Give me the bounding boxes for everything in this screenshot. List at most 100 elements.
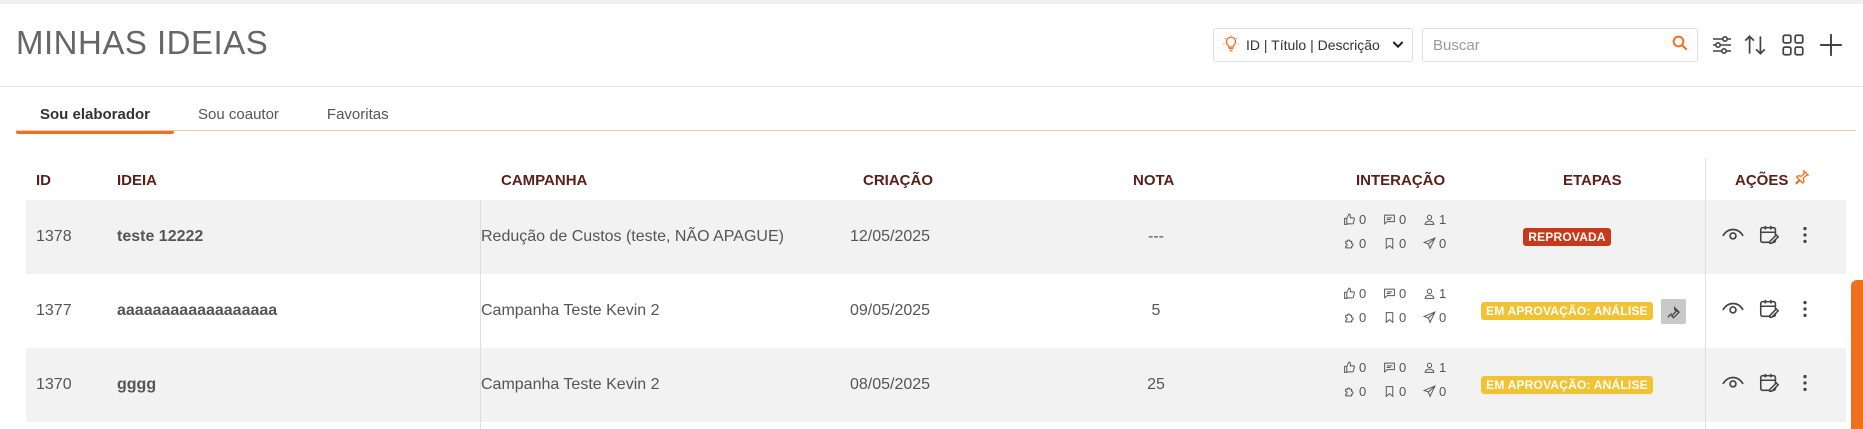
likes-stat: 0: [1343, 212, 1383, 227]
table-row[interactable]: 1370 gggg Campanha Teste Kevin 2 08/05/2…: [26, 348, 1846, 422]
likes-count: 0: [1359, 212, 1367, 227]
user-icon: [1423, 287, 1436, 300]
coauthors-stat: 1: [1423, 360, 1453, 375]
send-icon: [1423, 237, 1436, 250]
top-strip: [0, 0, 1863, 4]
header-id[interactable]: ID: [36, 162, 51, 200]
edit-calendar-icon[interactable]: [1758, 298, 1780, 325]
bookmarks-stat: 0: [1383, 310, 1423, 325]
add-icon[interactable]: [1816, 30, 1846, 60]
edit-calendar-icon[interactable]: [1758, 372, 1780, 399]
more-options-icon[interactable]: [1794, 298, 1816, 325]
shares-stat: 0: [1423, 384, 1453, 399]
send-icon: [1423, 385, 1436, 398]
table-row[interactable]: 1377 aaaaaaaaaaaaaaaaaa Campanha Teste K…: [26, 274, 1846, 348]
bookmark-icon: [1383, 385, 1396, 398]
comments-stat: 0: [1383, 360, 1423, 375]
header-divider: [0, 86, 1863, 87]
search-input[interactable]: [1433, 36, 1671, 54]
header-acoes[interactable]: AÇÕES: [1735, 162, 1810, 200]
pin-icon[interactable]: [1794, 162, 1810, 200]
cell-campanha: Redução de Custos (teste, NÃO APAGUE): [481, 228, 784, 245]
side-feedback-tab[interactable]: [1851, 280, 1863, 429]
tabs-divider: [16, 130, 1856, 131]
header-nota[interactable]: NOTA: [1133, 162, 1174, 200]
bookmark-icon: [1383, 311, 1396, 324]
cell-nota: 5: [1151, 302, 1161, 319]
filter-sliders-icon[interactable]: [1707, 30, 1737, 60]
status-badge: EM APROVAÇÃO: ANÁLISE: [1481, 302, 1653, 320]
header-campanha[interactable]: CAMPANHA: [501, 162, 587, 200]
cell-nota: ---: [1148, 228, 1164, 245]
sort-icon[interactable]: [1740, 30, 1770, 60]
comments-count: 0: [1399, 360, 1407, 375]
cell-campanha: Campanha Teste Kevin 2: [481, 302, 660, 319]
acoes-divider: [1705, 158, 1706, 429]
table-row[interactable]: 1378 teste 12222 Redução de Custos (test…: [26, 200, 1846, 274]
shares-count: 0: [1439, 310, 1447, 325]
cell-id: 1370: [36, 376, 72, 393]
shares-stat: 0: [1423, 310, 1453, 325]
puzzle-icon: [1343, 237, 1356, 250]
likes-stat: 0: [1343, 286, 1383, 301]
puzzle-icon: [1343, 311, 1356, 324]
shares-count: 0: [1439, 384, 1447, 399]
cell-ideia[interactable]: gggg: [117, 348, 156, 422]
cell-campanha: Campanha Teste Kevin 2: [481, 376, 660, 393]
eye-icon[interactable]: [1722, 298, 1744, 325]
ideas-table: ID IDEIA CAMPANHA CRIAÇÃO NOTA INTERAÇÃO…: [26, 158, 1846, 429]
cell-etapa: EM APROVAÇÃO: ANÁLISE: [1481, 274, 1686, 348]
header-criacao[interactable]: CRIAÇÃO: [863, 162, 933, 200]
comment-icon: [1383, 287, 1396, 300]
bookmarks-stat: 0: [1383, 384, 1423, 399]
edit-calendar-icon[interactable]: [1758, 224, 1780, 251]
campanha-divider: [480, 200, 481, 429]
send-icon: [1423, 311, 1436, 324]
row-actions: [1722, 200, 1816, 274]
cell-criacao: 12/05/2025: [850, 228, 931, 245]
puzzle-count: 0: [1359, 236, 1367, 251]
cell-ideia[interactable]: teste 12222: [117, 200, 203, 274]
search-icon[interactable]: [1671, 34, 1689, 57]
header-etapas[interactable]: ETAPAS: [1563, 162, 1622, 200]
puzzle-stat: 0: [1343, 310, 1383, 325]
bookmark-icon: [1383, 237, 1396, 250]
cell-criacao: 09/05/2025: [850, 302, 931, 319]
cell-nota: 25: [1147, 376, 1165, 393]
header-interacao[interactable]: INTERAÇÃO: [1356, 162, 1445, 200]
eye-icon[interactable]: [1722, 224, 1744, 251]
interaction-stats: 0 0 1 0 0 0: [1343, 212, 1453, 251]
more-options-icon[interactable]: [1794, 372, 1816, 399]
cell-id: 1378: [36, 228, 72, 245]
puzzle-count: 0: [1359, 310, 1367, 325]
header-ideia[interactable]: IDEIA: [117, 162, 157, 200]
coauthors-count: 1: [1439, 286, 1447, 301]
bookmarks-count: 0: [1399, 310, 1407, 325]
search-box[interactable]: [1422, 28, 1698, 62]
header-acoes-label: AÇÕES: [1735, 172, 1789, 189]
comment-icon: [1383, 361, 1396, 374]
bookmarks-count: 0: [1399, 384, 1407, 399]
user-icon: [1423, 213, 1436, 226]
shares-stat: 0: [1423, 236, 1453, 251]
coauthors-count: 1: [1439, 212, 1447, 227]
comments-stat: 0: [1383, 286, 1423, 301]
grid-view-icon[interactable]: [1778, 30, 1808, 60]
eye-icon[interactable]: [1722, 372, 1744, 399]
thumbs-up-icon: [1343, 287, 1356, 300]
more-options-icon[interactable]: [1794, 224, 1816, 251]
chevron-down-icon: [1390, 36, 1406, 55]
cell-id: 1377: [36, 302, 72, 319]
search-field-select[interactable]: ID | Título | Descrição: [1213, 28, 1413, 62]
row-actions: [1722, 274, 1816, 348]
cell-ideia[interactable]: aaaaaaaaaaaaaaaaaa: [117, 274, 277, 348]
puzzle-stat: 0: [1343, 236, 1383, 251]
wrench-icon[interactable]: [1660, 298, 1686, 324]
bulb-icon: [1222, 34, 1240, 56]
puzzle-count: 0: [1359, 384, 1367, 399]
thumbs-up-icon: [1343, 213, 1356, 226]
comments-stat: 0: [1383, 212, 1423, 227]
coauthors-stat: 1: [1423, 212, 1453, 227]
cell-criacao: 08/05/2025: [850, 376, 931, 393]
puzzle-icon: [1343, 385, 1356, 398]
